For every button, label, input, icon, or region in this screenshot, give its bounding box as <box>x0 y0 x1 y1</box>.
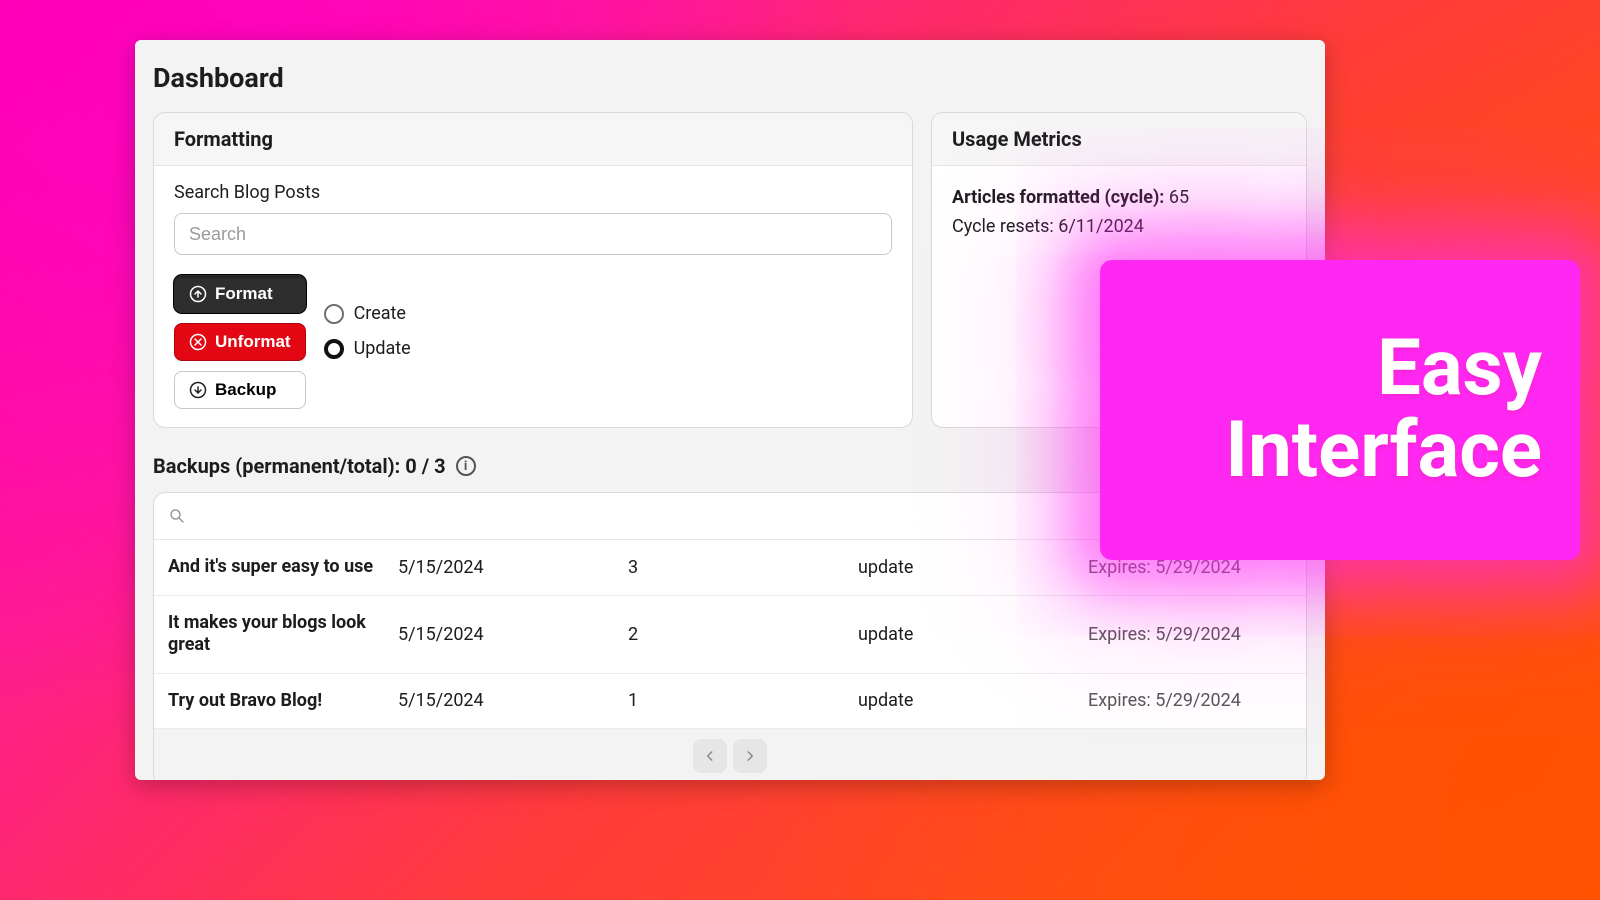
radio-create-label: Create <box>354 303 406 324</box>
row-mode: update <box>858 557 1088 578</box>
promo-overlay-text: Easy Interface <box>1100 328 1542 492</box>
backups-summary-label: Backups (permanent/total): 0 / 3 <box>153 454 446 478</box>
unformat-button-label: Unformat <box>215 332 291 352</box>
cancel-circle-icon <box>189 333 207 351</box>
row-date: 5/15/2024 <box>398 690 628 711</box>
search-icon <box>168 507 186 525</box>
row-count: 2 <box>628 624 858 645</box>
row-date: 5/15/2024 <box>398 557 628 578</box>
search-label: Search Blog Posts <box>174 182 892 203</box>
backup-button[interactable]: Backup <box>174 371 306 409</box>
backup-button-label: Backup <box>215 380 276 400</box>
chevron-left-icon <box>703 749 717 763</box>
download-circle-icon <box>189 381 207 399</box>
arrow-up-circle-icon <box>189 285 207 303</box>
row-mode: update <box>858 690 1088 711</box>
metrics-formatted-value: 65 <box>1169 187 1189 208</box>
search-input[interactable] <box>174 213 892 255</box>
formatting-card-title: Formatting <box>154 113 912 166</box>
row-expires: Expires: 5/29/2024 <box>1088 690 1292 711</box>
table-row[interactable]: Try out Bravo Blog! 5/15/2024 1 update E… <box>154 674 1306 730</box>
row-date: 5/15/2024 <box>398 624 628 645</box>
row-expires: Expires: 5/29/2024 <box>1088 624 1292 645</box>
row-title: Try out Bravo Blog! <box>168 690 398 713</box>
promo-overlay: Easy Interface <box>1100 260 1580 560</box>
unformat-button[interactable]: Unformat <box>174 323 306 361</box>
metrics-reset-value: 6/11/2024 <box>1058 216 1144 237</box>
chevron-right-icon <box>743 749 757 763</box>
row-count: 1 <box>628 690 858 711</box>
radio-update-label: Update <box>354 338 411 359</box>
info-icon[interactable]: i <box>456 456 476 476</box>
usage-metrics-title: Usage Metrics <box>932 113 1306 166</box>
row-title: It makes your blogs look great <box>168 612 398 657</box>
row-mode: update <box>858 624 1088 645</box>
metrics-reset-label: Cycle resets: <box>952 216 1054 237</box>
table-row[interactable]: It makes your blogs look great 5/15/2024… <box>154 596 1306 674</box>
pager-prev[interactable] <box>693 739 727 773</box>
pager-next[interactable] <box>733 739 767 773</box>
row-title: And it's super easy to use <box>168 556 398 579</box>
radio-icon-selected <box>324 339 344 359</box>
format-button[interactable]: Format <box>174 275 306 313</box>
row-count: 3 <box>628 557 858 578</box>
formatting-card: Formatting Search Blog Posts Format <box>153 112 913 428</box>
radio-update[interactable]: Update <box>324 338 411 359</box>
radio-icon <box>324 304 344 324</box>
format-button-label: Format <box>215 284 273 304</box>
page-title: Dashboard <box>135 40 1325 112</box>
metrics-formatted-label: Articles formatted (cycle): <box>952 187 1164 208</box>
pager <box>154 729 1306 780</box>
radio-create[interactable]: Create <box>324 303 411 324</box>
